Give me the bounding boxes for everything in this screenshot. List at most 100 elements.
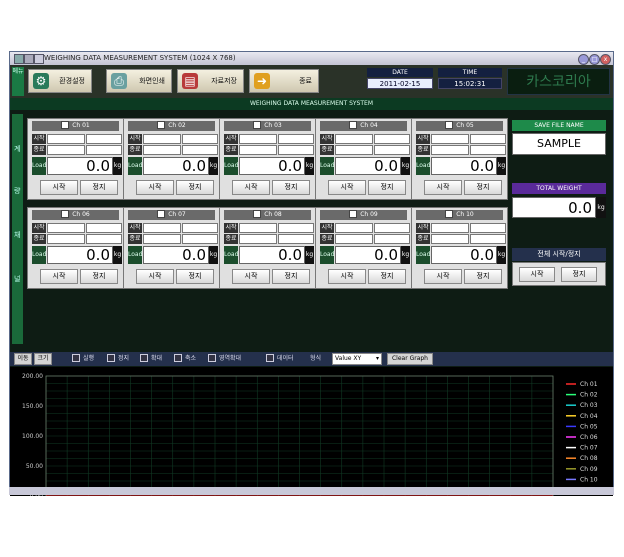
channel-start-button[interactable]: 시작 xyxy=(232,269,270,284)
end-weight-field[interactable] xyxy=(374,234,410,244)
start-weight-field[interactable] xyxy=(182,134,218,144)
end-time-field[interactable] xyxy=(239,234,277,244)
start-time-field[interactable] xyxy=(431,223,469,233)
start-time-field[interactable] xyxy=(47,223,85,233)
channel-header[interactable]: Ch 07 xyxy=(128,209,215,220)
end-time-field[interactable] xyxy=(143,145,181,155)
channel-stop-button[interactable]: 정지 xyxy=(176,269,214,284)
channel-stop-button[interactable]: 정지 xyxy=(368,269,406,284)
channel-start-button[interactable]: 시작 xyxy=(40,180,78,195)
channel-stop-button[interactable]: 정지 xyxy=(80,180,118,195)
channel-checkbox[interactable] xyxy=(157,120,166,129)
format-select[interactable]: Value XY ▾ xyxy=(332,353,382,365)
channel-checkbox[interactable] xyxy=(157,209,166,218)
channel-start-button[interactable]: 시작 xyxy=(424,269,462,284)
clear-graph-button[interactable]: Clear Graph xyxy=(387,353,433,365)
channel-checkbox[interactable] xyxy=(349,120,358,129)
run-option[interactable]: 실행 xyxy=(72,353,94,364)
start-weight-field[interactable] xyxy=(374,134,410,144)
channel-checkbox[interactable] xyxy=(349,209,358,218)
start-time-field[interactable] xyxy=(239,134,277,144)
area-zoom-option[interactable]: 영역확대 xyxy=(208,353,241,364)
end-time-field[interactable] xyxy=(239,145,277,155)
minimize-button[interactable]: _ xyxy=(578,54,589,65)
channel-header[interactable]: Ch 08 xyxy=(224,209,311,220)
end-time-field[interactable] xyxy=(47,234,85,244)
start-weight-field[interactable] xyxy=(182,223,218,233)
channel-header[interactable]: Ch 06 xyxy=(32,209,119,220)
channel-stop-button[interactable]: 정지 xyxy=(464,269,502,284)
channel-start-button[interactable]: 시작 xyxy=(328,269,366,284)
save-data-button[interactable]: ▤ 자료저장 xyxy=(177,69,244,93)
channel-stop-button[interactable]: 정지 xyxy=(272,180,310,195)
end-weight-field[interactable] xyxy=(182,145,218,155)
stop-option[interactable]: 정지 xyxy=(107,353,129,364)
data-option[interactable]: 데이터 xyxy=(266,353,294,364)
channel-checkbox[interactable] xyxy=(61,209,70,218)
channel-start-button[interactable]: 시작 xyxy=(424,180,462,195)
zoom-out-option[interactable]: 축소 xyxy=(174,353,196,364)
end-weight-field[interactable] xyxy=(470,234,506,244)
settings-button[interactable]: ⚙ 환경설정 xyxy=(28,69,92,93)
end-weight-field[interactable] xyxy=(86,234,122,244)
all-stop-button[interactable]: 정지 xyxy=(561,267,597,282)
start-time-field[interactable] xyxy=(335,223,373,233)
end-time-field[interactable] xyxy=(47,145,85,155)
end-weight-field[interactable] xyxy=(278,234,314,244)
channel-start-button[interactable]: 시작 xyxy=(328,180,366,195)
channel-stop-button[interactable]: 정지 xyxy=(176,180,214,195)
channel-checkbox[interactable] xyxy=(253,209,262,218)
move-button[interactable]: 이동 xyxy=(14,353,32,365)
channel-header[interactable]: Ch 01 xyxy=(32,120,119,131)
channel-start-button[interactable]: 시작 xyxy=(40,269,78,284)
end-time-field[interactable] xyxy=(431,234,469,244)
channel-stop-button[interactable]: 정지 xyxy=(368,180,406,195)
end-weight-field[interactable] xyxy=(470,145,506,155)
start-time-field[interactable] xyxy=(143,223,181,233)
end-weight-field[interactable] xyxy=(278,145,314,155)
save-file-name-field[interactable]: SAMPLE xyxy=(512,133,606,155)
all-start-button[interactable]: 시작 xyxy=(519,267,555,282)
system-menu-icon[interactable] xyxy=(24,54,34,64)
channel-start-button[interactable]: 시작 xyxy=(136,180,174,195)
start-time-field[interactable] xyxy=(335,134,373,144)
start-weight-field[interactable] xyxy=(374,223,410,233)
channel-stop-button[interactable]: 정지 xyxy=(464,180,502,195)
end-weight-field[interactable] xyxy=(374,145,410,155)
size-button[interactable]: 크기 xyxy=(34,353,52,365)
title-bar[interactable]: WEIGHING DATA MEASUREMENT SYSTEM (1024 X… xyxy=(10,52,613,65)
end-weight-field[interactable] xyxy=(86,145,122,155)
channel-checkbox[interactable] xyxy=(445,120,454,129)
start-time-field[interactable] xyxy=(143,134,181,144)
channel-checkbox[interactable] xyxy=(61,120,70,129)
start-time-field[interactable] xyxy=(431,134,469,144)
start-time-field[interactable] xyxy=(47,134,85,144)
maximize-button[interactable]: □ xyxy=(589,54,600,65)
channel-header[interactable]: Ch 02 xyxy=(128,120,215,131)
print-screen-button[interactable]: ⎙ 화면인쇄 xyxy=(106,69,172,93)
channel-checkbox[interactable] xyxy=(253,120,262,129)
start-time-field[interactable] xyxy=(239,223,277,233)
close-button[interactable]: x xyxy=(600,54,611,65)
start-weight-field[interactable] xyxy=(470,134,506,144)
end-weight-field[interactable] xyxy=(182,234,218,244)
end-time-field[interactable] xyxy=(335,234,373,244)
channel-header[interactable]: Ch 05 xyxy=(416,120,503,131)
channel-checkbox[interactable] xyxy=(445,209,454,218)
zoom-in-option[interactable]: 확대 xyxy=(140,353,162,364)
start-weight-field[interactable] xyxy=(86,134,122,144)
channel-header[interactable]: Ch 10 xyxy=(416,209,503,220)
end-time-field[interactable] xyxy=(335,145,373,155)
start-weight-field[interactable] xyxy=(278,223,314,233)
channel-header[interactable]: Ch 04 xyxy=(320,120,407,131)
channel-stop-button[interactable]: 정지 xyxy=(272,269,310,284)
channel-header[interactable]: Ch 09 xyxy=(320,209,407,220)
start-weight-field[interactable] xyxy=(470,223,506,233)
graph-area[interactable]: 0.0050.00100.00150.00200.0030 00:00:0030… xyxy=(10,367,613,505)
start-weight-field[interactable] xyxy=(278,134,314,144)
pin-icon[interactable] xyxy=(34,54,44,64)
end-time-field[interactable] xyxy=(431,145,469,155)
channel-start-button[interactable]: 시작 xyxy=(136,269,174,284)
end-time-field[interactable] xyxy=(143,234,181,244)
channel-start-button[interactable]: 시작 xyxy=(232,180,270,195)
